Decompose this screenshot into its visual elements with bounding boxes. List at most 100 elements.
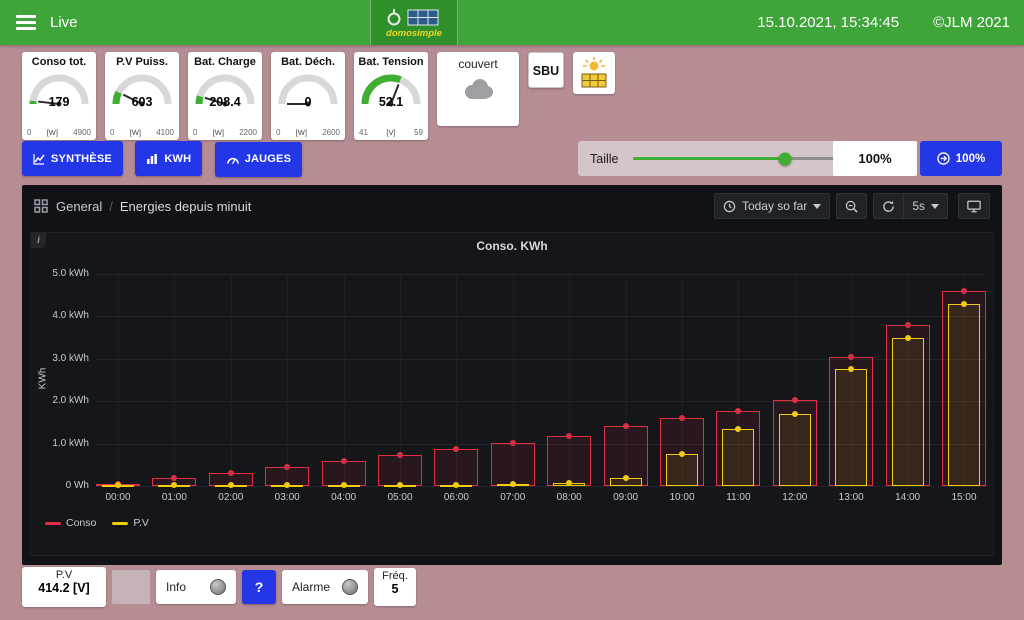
- grid-line-v: [344, 274, 345, 486]
- x-tick-label: 13:00: [831, 492, 871, 503]
- gauges-row: Conso tot. 179 0 [W] 4900 P.V Puiss. 603…: [22, 52, 615, 140]
- gauge-icon: [226, 154, 239, 165]
- live-label: Live: [50, 14, 78, 31]
- bar-dot: [341, 482, 347, 488]
- sbu-label: SBU: [533, 64, 559, 78]
- gauge-battery-discharge: Bat. Déch. 0 0 [W] 2600: [271, 52, 345, 140]
- grid-line-v: [174, 274, 175, 486]
- bar-dot: [115, 482, 121, 488]
- gauge-value: 0: [271, 95, 345, 109]
- gauge-max: 4100: [156, 128, 174, 137]
- weather-card: couvert: [437, 52, 519, 126]
- kiosk-mode-button[interactable]: [958, 193, 990, 219]
- bar-chart-icon: [146, 153, 158, 165]
- gauge-unit: [W]: [47, 128, 58, 137]
- grid-line-v: [287, 274, 288, 486]
- gauge-scale: 0 [W] 2200: [193, 128, 257, 137]
- breadcrumb-page: Energies depuis minuit: [120, 199, 252, 214]
- breadcrumb-separator: /: [109, 199, 113, 214]
- bar-dot: [623, 475, 629, 481]
- bottombar: P.V 414.2 [V] Info ? Alarme Fréq. 5: [22, 567, 416, 607]
- chart-bar-conso: [434, 449, 478, 486]
- gauge-value: 603: [105, 95, 179, 109]
- line-chart-icon: [33, 153, 45, 165]
- pv-voltage-card: P.V 414.2 [V]: [22, 567, 106, 607]
- gauge-conso-total: Conso tot. 179 0 [W] 4900: [22, 52, 96, 140]
- blank-tile[interactable]: [112, 570, 150, 604]
- chart-bar-pv: [835, 369, 867, 486]
- menu-icon[interactable]: [16, 12, 36, 34]
- solar-tile[interactable]: [573, 52, 615, 94]
- gauge-title: Conso tot.: [22, 56, 96, 68]
- chart-bar-conso: [491, 443, 535, 486]
- grid-line-h: [96, 316, 986, 317]
- refresh-button[interactable]: [873, 193, 904, 219]
- bar-dot: [961, 288, 967, 294]
- y-axis-label: KWh: [38, 349, 49, 409]
- chart-bar-pv: [892, 338, 924, 486]
- jauges-button[interactable]: JAUGES: [215, 142, 302, 177]
- info-led-icon: [210, 579, 226, 595]
- x-tick-label: 05:00: [380, 492, 420, 503]
- legend-color-icon: [112, 522, 128, 525]
- x-tick-label: 11:00: [718, 492, 758, 503]
- gauge-pv-power: P.V Puiss. 603 0 [W] 4100: [105, 52, 179, 140]
- zoom-out-button[interactable]: [836, 193, 867, 219]
- logo[interactable]: domosimple: [370, 0, 458, 45]
- monitor-icon: [967, 200, 981, 213]
- gauge-scale: 0 [W] 4900: [27, 128, 91, 137]
- x-tick-label: 00:00: [98, 492, 138, 503]
- help-button[interactable]: ?: [242, 570, 276, 604]
- synthese-button[interactable]: SYNTHÈSE: [22, 141, 123, 176]
- gauge-min: 0: [110, 128, 114, 137]
- dashboard-header: General / Energies depuis minuit Today s…: [22, 185, 1002, 227]
- bar-dot: [510, 481, 516, 487]
- legend-item-conso[interactable]: Conso: [45, 517, 96, 529]
- pv-voltage-title: P.V: [22, 569, 106, 581]
- gauge-scale: 41 [V] 59: [359, 128, 423, 137]
- x-tick-label: 01:00: [154, 492, 194, 503]
- zoom-value-display: 100%: [833, 141, 917, 176]
- refresh-interval-button[interactable]: 5s: [904, 193, 948, 219]
- gauge-value: 208.4: [188, 95, 262, 109]
- frequency-card: Fréq. 5: [374, 568, 416, 606]
- sun-panel-icon: [579, 57, 609, 90]
- legend-label: P.V: [133, 517, 149, 529]
- sbu-mode-tile[interactable]: SBU: [528, 52, 564, 88]
- synthese-label: SYNTHÈSE: [51, 153, 112, 165]
- taille-slider-handle[interactable]: [778, 152, 791, 165]
- gauge-value: 52.1: [354, 95, 428, 109]
- breadcrumb-section[interactable]: General: [56, 199, 102, 214]
- bar-dot: [679, 415, 685, 421]
- jauges-label: JAUGES: [245, 153, 291, 165]
- gauge-unit: [W]: [296, 128, 307, 137]
- y-tick-label: 4.0 kWh: [31, 310, 89, 321]
- bar-dot: [397, 482, 403, 488]
- taille-label: Taille: [590, 152, 619, 166]
- dashboard-controls: Today so far 5s: [714, 193, 990, 219]
- taille-slider[interactable]: [633, 157, 839, 160]
- zoom-button-label: 100%: [956, 153, 985, 165]
- gauge-min: 0: [276, 128, 280, 137]
- gauge-max: 2600: [322, 128, 340, 137]
- legend-item-pv[interactable]: P.V: [112, 517, 149, 529]
- alarm-indicator-card: Alarme: [282, 570, 368, 604]
- grid-icon: [34, 199, 48, 213]
- info-label: Info: [166, 580, 186, 594]
- zoom-reset-button[interactable]: 100%: [920, 141, 1002, 176]
- bar-dot: [905, 322, 911, 328]
- weather-label: couvert: [437, 57, 519, 71]
- frequency-value: 5: [374, 582, 416, 596]
- taille-slider-fill: [633, 157, 785, 160]
- chart-bar-pv: [722, 429, 754, 486]
- clock-icon: [723, 200, 736, 213]
- gauge-title: P.V Puiss.: [105, 56, 179, 68]
- bar-dot: [228, 482, 234, 488]
- gauge-value: 179: [22, 95, 96, 109]
- circle-arrow-icon: [937, 152, 950, 165]
- x-tick-label: 10:00: [662, 492, 702, 503]
- kwh-button[interactable]: KWH: [135, 141, 202, 176]
- x-tick-label: 06:00: [436, 492, 476, 503]
- time-range-button[interactable]: Today so far: [714, 193, 830, 219]
- panel-info-icon[interactable]: i: [31, 233, 46, 248]
